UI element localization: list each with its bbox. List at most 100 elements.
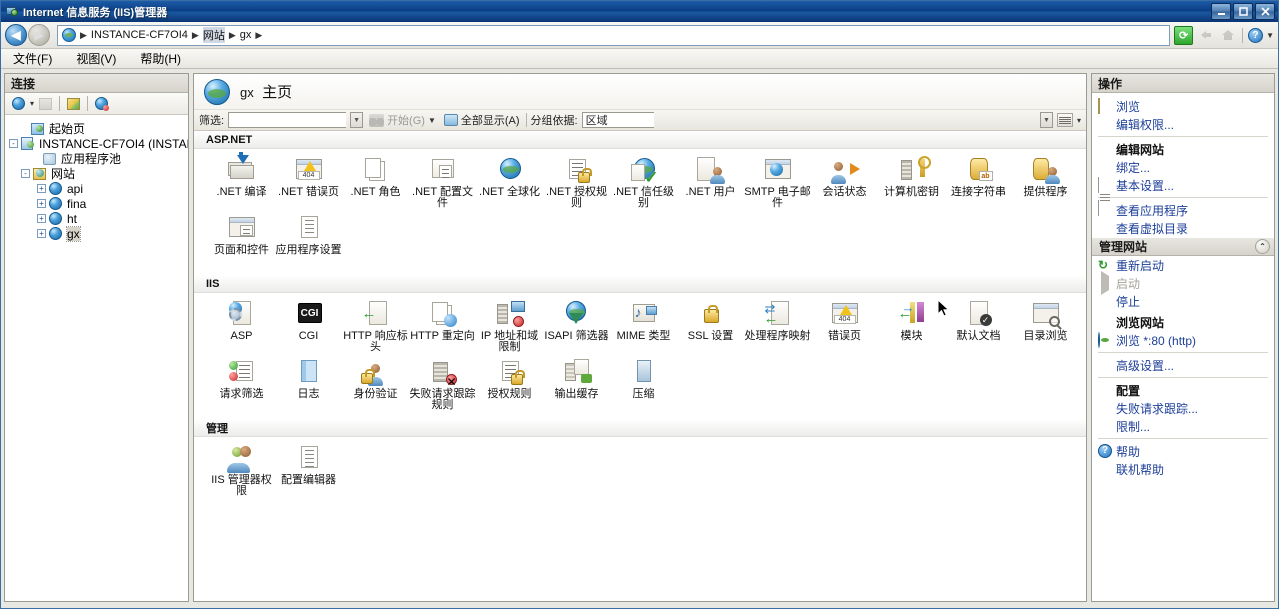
action-basic-settings[interactable]: 基本设置... [1092,176,1274,216]
action-online-help[interactable]: 联机帮助 [1092,460,1274,478]
connect-dropdown-caret-icon[interactable]: ▾ [30,99,34,108]
expander-icon[interactable]: - [9,139,18,148]
feature-error-pages[interactable]: 404 错误页 [811,299,878,353]
show-all-button[interactable]: 全部显示(A) [442,112,522,128]
feature-directory-browsing[interactable]: 目录浏览 [1012,299,1079,353]
breadcrumb-item-sites[interactable]: 网站 [202,27,225,43]
view-list-icon[interactable] [1056,113,1073,127]
feature-logging[interactable]: 日志 [275,357,342,411]
back-history-icon[interactable] [1196,26,1215,45]
tree-item-site-fina[interactable]: + fina [7,196,186,211]
connections-tree[interactable]: 起始页 - INSTANCE-CF7OI4 (INSTANCE- 应用程序池 -… [5,115,188,601]
breadcrumb-item-server[interactable]: INSTANCE-CF7OI4 [91,29,188,41]
feature-isapi-filters[interactable]: ISAPI 筛选器 [543,299,610,353]
go-button[interactable]: 开始(G) ▼ [367,112,438,128]
feature-providers[interactable]: 提供程序 [1012,155,1079,209]
chevron-up-icon[interactable]: ⌃ [1255,239,1270,254]
action-view-virtual-directories[interactable]: 查看虚拟目录 [1092,219,1274,237]
disconnect-globe-icon[interactable] [93,95,110,112]
expander-icon[interactable]: + [37,199,46,208]
tree-item-site-gx[interactable]: + gx [7,225,186,242]
feature-session-state[interactable]: 会话状态 [811,155,878,209]
tree-item-server[interactable]: - INSTANCE-CF7OI4 (INSTANCE- [7,136,188,151]
go-caret-icon[interactable]: ▼ [428,116,436,125]
feature-http-redirect[interactable]: HTTP 重定向 [409,299,476,353]
forward-button[interactable]: ▶ [28,24,50,46]
feature-modules[interactable]: ← → 模块 [878,299,945,353]
expander-icon[interactable]: + [37,214,46,223]
expander-icon[interactable]: + [37,184,46,193]
maximize-button[interactable] [1233,3,1253,20]
action-bindings[interactable]: 绑定... [1092,158,1274,176]
action-edit-permissions[interactable]: 编辑权限... [1092,115,1274,133]
caret-icon[interactable]: ▼ [1266,31,1274,40]
group-by-value[interactable]: 区域 [581,112,654,128]
feature-asp[interactable]: ASP [208,299,275,353]
expander-icon[interactable]: - [21,169,30,178]
breadcrumb-item-site[interactable]: gx [240,29,252,41]
help-icon[interactable]: ? [1248,27,1264,43]
feature-net-users[interactable]: .NET 用户 [677,155,744,209]
feature-http-response-headers[interactable]: ← HTTP 响应标头 [342,299,409,353]
feature-ip-address-domain-restrictions[interactable]: IP 地址和域限制 [476,299,543,353]
export-icon[interactable] [65,95,82,112]
feature-pages-and-controls[interactable]: 页面和控件 [208,213,275,267]
group-by-dropdown-caret-icon[interactable]: ▼ [1039,112,1053,128]
feature-configuration-editor[interactable]: 配置编辑器 [275,443,342,497]
view-caret-icon[interactable]: ▾ [1077,116,1081,125]
feature-compression[interactable]: 压缩 [610,357,677,411]
feature-net-authorization-rules[interactable]: .NET 授权规则 [543,155,610,209]
back-button[interactable]: ◀ [5,24,27,46]
minimize-button[interactable] [1211,3,1231,20]
feature-iis-manager-permissions[interactable]: IIS 管理器权限 [208,443,275,497]
tree-label: 起始页 [49,122,86,136]
filter-input[interactable] [228,112,347,128]
action-help[interactable]: ? 帮助 [1092,442,1274,460]
connect-globe-icon[interactable] [10,95,27,112]
expander-icon[interactable]: + [37,229,46,238]
action-advanced-settings[interactable]: 高级设置... [1092,356,1274,374]
action-browse[interactable]: 浏览 [1092,97,1274,115]
feature-net-error-pages[interactable]: 404 .NET 错误页 [275,155,342,209]
action-failed-request-tracing[interactable]: 失败请求跟踪... [1092,399,1274,417]
feature-cgi[interactable]: CGI CGI [275,299,342,353]
action-browse-site-binding[interactable]: 浏览 *:80 (http) [1092,331,1274,349]
filter-dropdown-caret-icon[interactable]: ▼ [350,112,364,128]
feature-application-settings[interactable]: 应用程序设置 [275,213,342,267]
tree-item-site-api[interactable]: + api [7,181,186,196]
feature-net-globalization[interactable]: .NET 全球化 [476,155,543,209]
menu-file[interactable]: 文件(F) [9,49,56,68]
feature-net-compilation[interactable]: .NET 编译 [208,152,275,209]
feature-net-roles[interactable]: .NET 角色 [342,155,409,209]
action-stop[interactable]: 停止 [1092,292,1274,310]
feature-smtp-email[interactable]: SMTP 电子邮件 [744,155,811,209]
feature-handler-mappings[interactable]: ⇄ ← 处理程序映射 [744,299,811,353]
menu-view[interactable]: 视图(V) [72,49,120,68]
action-restart[interactable]: ↻ 重新启动 [1092,256,1274,274]
feature-net-profile[interactable]: .NET 配置文件 [409,155,476,209]
feature-authentication[interactable]: 身份验证 [342,357,409,411]
tree-item-start-page[interactable]: 起始页 [7,121,186,136]
feature-authorization-rules[interactable]: 授权规则 [476,357,543,411]
feature-request-filtering[interactable]: 请求筛选 [208,357,275,411]
feature-label: .NET 编译 [216,186,267,198]
tree-item-sites[interactable]: - 网站 [7,166,186,181]
feature-mime-types[interactable]: ♪ MIME 类型 [610,299,677,353]
close-button[interactable] [1255,3,1275,20]
feature-output-caching[interactable]: 输出缓存 [543,357,610,411]
action-limits[interactable]: 限制... [1092,417,1274,435]
feature-failed-request-tracing-rules[interactable]: ✕ 失败请求跟踪规则 [409,357,476,411]
binoculars-icon [369,113,385,127]
menu-help[interactable]: 帮助(H) [136,49,185,68]
feature-default-document[interactable]: ✓ 默认文档 [945,299,1012,353]
refresh-icon[interactable]: ⟳ [1174,25,1194,45]
feature-machine-key[interactable]: 计算机密钥 [878,155,945,209]
feature-connection-strings[interactable]: ab 连接字符串 [945,155,1012,209]
breadcrumb[interactable]: ▶ INSTANCE-CF7OI4 ▶ 网站 ▶ gx ▶ [57,24,1171,46]
home-icon[interactable] [1218,26,1237,45]
tree-item-app-pools[interactable]: 应用程序池 [7,151,186,166]
feature-ssl-settings[interactable]: SSL 设置 [677,299,744,353]
feature-net-trust-levels[interactable]: ✓ .NET 信任级别 [610,155,677,209]
action-view-applications[interactable]: 查看应用程序 [1092,201,1274,219]
tree-item-site-ht[interactable]: + ht [7,211,186,226]
